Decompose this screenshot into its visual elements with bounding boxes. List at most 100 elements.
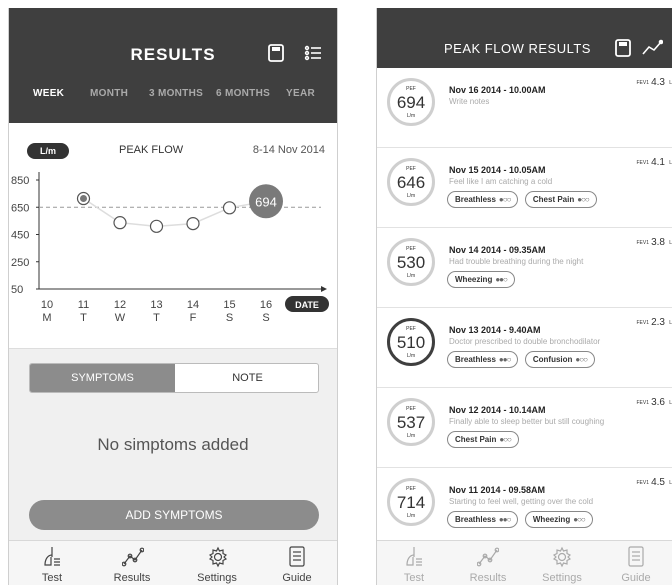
symptom-panel: SYMPTOMS NOTE No simptoms added ADD SYMP…	[9, 348, 337, 548]
symptom-chips: Breathless ●●○ Wheezing ●○○	[447, 509, 595, 528]
result-date: Nov 12 2014 - 10.14AM	[449, 405, 546, 415]
nav-test[interactable]: Test	[377, 541, 451, 585]
pef-label: PEF	[406, 406, 416, 412]
result-date: Nov 14 2014 - 09.35AM	[449, 245, 546, 255]
result-card[interactable]: PEF 510 L/m Nov 13 2014 - 9.40AM Doctor …	[377, 308, 672, 388]
symptom-chips: Breathless ●○○ Chest Pain ●○○	[447, 189, 599, 208]
severity-dots: ●●○	[498, 355, 511, 364]
pef-ring: PEF 530 L/m	[387, 238, 435, 286]
period-tabs: WEEK MONTH 3 MONTHS 6 MONTHS YEAR	[9, 88, 337, 106]
nav-label-results: Results	[113, 572, 151, 584]
y-tick-label: 250	[11, 257, 29, 269]
nav-label-test: Test	[41, 572, 63, 584]
symptom-chips: Breathless ●●○ Confusion ●○○	[447, 349, 597, 368]
x-tick-day-letter: S	[226, 312, 233, 324]
nav-label-test: Test	[403, 572, 425, 584]
result-card[interactable]: PEF 646 L/m Nov 15 2014 - 10.05AM Feel l…	[377, 148, 672, 228]
tab-week[interactable]: WEEK	[33, 88, 64, 99]
symptom-name: Chest Pain	[532, 195, 575, 204]
symptom-chip[interactable]: Wheezing ●○○	[524, 511, 593, 528]
pef-unit: L/m	[406, 433, 416, 439]
symptom-chip[interactable]: Confusion ●○○	[524, 351, 595, 368]
tab-3-months[interactable]: 3 MONTHS	[149, 88, 203, 99]
pef-value: 694	[396, 93, 426, 112]
symptom-chip[interactable]: Breathless ●●○	[447, 351, 519, 368]
nav-results[interactable]: Results	[92, 541, 172, 585]
fev-label: FEV1	[636, 400, 649, 406]
data-point	[222, 201, 237, 215]
peak-flow-results-header: PEAK FLOW RESULTS	[377, 8, 672, 68]
fev-value: 2.3	[651, 317, 665, 328]
pef-value: 510	[396, 333, 426, 352]
save-icon[interactable]	[267, 44, 287, 64]
fev-label: FEV1	[636, 480, 649, 486]
nav-settings[interactable]: Settings	[525, 541, 599, 585]
fev-label: FEV1	[636, 160, 649, 166]
result-note: Feel like I am catching a cold	[449, 177, 553, 186]
result-card[interactable]: PEF 530 L/m Nov 14 2014 - 09.35AM Had tr…	[377, 228, 672, 308]
lungs-icon	[406, 547, 422, 566]
nav-guide[interactable]: Guide	[257, 541, 337, 585]
symptom-name: Breathless	[455, 195, 496, 204]
gear-icon	[552, 546, 572, 568]
result-card[interactable]: PEF 537 L/m Nov 12 2014 - 10.14AM Finall…	[377, 388, 672, 468]
pef-value: 530	[396, 253, 426, 272]
pef-ring: PEF 510 L/m	[387, 318, 435, 366]
fev-label: FEV1	[636, 240, 649, 246]
pef-value: 537	[396, 413, 426, 432]
x-tick-day-number: 15	[223, 299, 235, 311]
nav-guide[interactable]: Guide	[599, 541, 672, 585]
pef-ring: PEF 714 L/m	[387, 478, 435, 526]
fev-value: 3.8	[651, 237, 665, 248]
nav-results[interactable]: Results	[451, 541, 525, 585]
tab-month[interactable]: MONTH	[90, 88, 128, 99]
data-point	[113, 216, 127, 230]
symptom-name: Breathless	[455, 515, 496, 524]
lungs-icon	[44, 547, 60, 566]
save-icon[interactable]	[615, 39, 635, 59]
y-tick-label: 450	[11, 230, 29, 242]
x-tick-day-number: 10	[41, 299, 53, 311]
x-tick-day-number: 11	[78, 299, 89, 311]
nav-test[interactable]: Test	[12, 541, 92, 585]
x-tick-day-letter: T	[80, 312, 87, 324]
chart-line-icon[interactable]	[641, 39, 664, 59]
pef-unit: L/m	[406, 513, 416, 519]
fev-value: 3.6	[651, 397, 665, 408]
date-axis-label: DATE	[295, 300, 319, 310]
symptom-name: Confusion	[532, 355, 573, 364]
symptom-name: Wheezing	[532, 515, 571, 524]
symptom-chip[interactable]: Chest Pain ●○○	[447, 431, 519, 448]
x-tick-day-number: 16	[260, 299, 272, 311]
symptom-chip[interactable]: Wheezing ●●○	[447, 271, 515, 288]
add-symptoms-button[interactable]: ADD SYMPTOMS	[29, 500, 319, 530]
results-screen: RESULTS WEEK MONTH 3 MONTHS 6 MONTHS YEA…	[8, 8, 338, 585]
tab-year[interactable]: YEAR	[286, 88, 315, 99]
severity-dots: ●●○	[498, 515, 511, 524]
pef-label: PEF	[406, 86, 416, 92]
x-axis-arrow	[321, 286, 327, 292]
severity-dots: ●○○	[498, 195, 511, 204]
tab-symptoms[interactable]: SYMPTOMS	[30, 364, 175, 392]
pef-value: 714	[396, 493, 426, 512]
symptom-chips: Wheezing ●●○	[447, 269, 517, 288]
symptom-chip[interactable]: Chest Pain ●○○	[524, 191, 597, 208]
result-date: Nov 13 2014 - 9.40AM	[449, 325, 541, 335]
list-icon[interactable]	[304, 44, 324, 64]
nav-label-settings: Settings	[197, 572, 237, 584]
symptom-chips: Chest Pain ●○○	[447, 429, 521, 448]
peak-flow-results-screen: PEAK FLOW RESULTS PEF 694 L/m Nov 16 201…	[376, 8, 672, 585]
nav-label-results: Results	[469, 572, 507, 584]
result-card[interactable]: PEF 694 L/m Nov 16 2014 - 10.00AM Write …	[377, 68, 672, 148]
result-card[interactable]: PEF 714 L/m Nov 11 2014 - 09.58AM Starti…	[377, 468, 672, 548]
fev-label: FEV1	[636, 320, 649, 326]
nav-label-settings: Settings	[542, 572, 582, 584]
pef-ring: PEF 646 L/m	[387, 158, 435, 206]
nav-settings[interactable]: Settings	[177, 541, 257, 585]
tab-6-months[interactable]: 6 MONTHS	[216, 88, 270, 99]
symptom-chip[interactable]: Breathless ●○○	[447, 191, 519, 208]
symptom-chip[interactable]: Breathless ●●○	[447, 511, 519, 528]
severity-dots: ●○○	[575, 355, 587, 364]
tab-note[interactable]: NOTE	[175, 364, 318, 392]
x-tick-day-letter: W	[115, 312, 126, 324]
